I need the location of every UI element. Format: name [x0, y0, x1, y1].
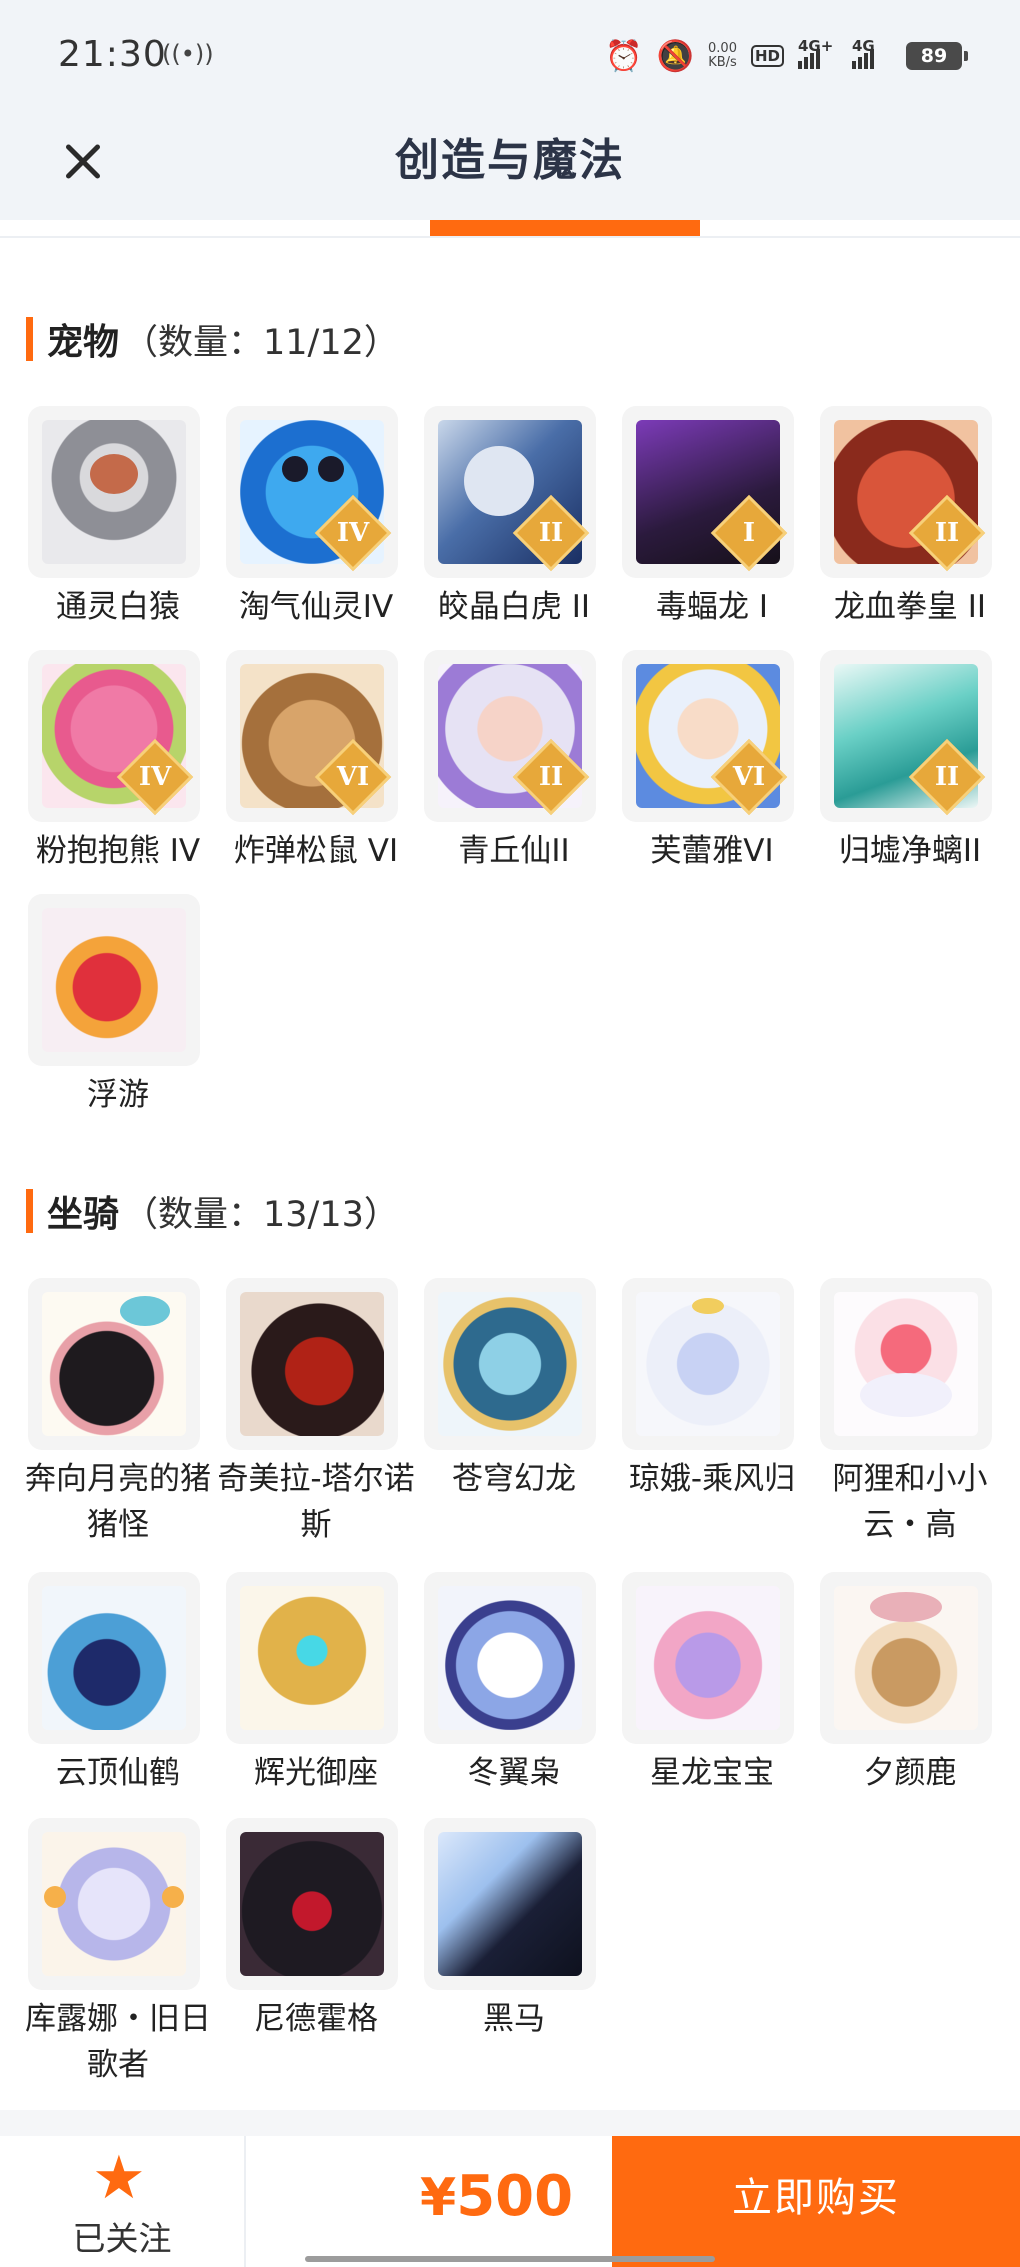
mount-name: 冬翼枭: [467, 1755, 561, 1791]
divider: [244, 2136, 246, 2267]
pet-name: 龙血拳皇 II: [833, 589, 987, 625]
mount-image: [28, 1818, 200, 1990]
pet-image: IV: [28, 650, 200, 822]
status-time: 21:30: [58, 34, 167, 75]
section-name: 坐骑: [47, 1194, 120, 1235]
pet-name: 皎晶白虎 II: [437, 589, 591, 625]
pet-image: II: [424, 650, 596, 822]
alarm-icon: ⏰: [605, 38, 643, 74]
mount-image: [820, 1278, 992, 1450]
pet-image: II: [820, 650, 992, 822]
mount-name: 星龙宝宝: [650, 1755, 774, 1791]
pet-name: 通灵白猿: [56, 589, 180, 625]
mount-name: 奇美拉-塔尔诺斯: [217, 1461, 415, 1543]
signal-sim1-icon: 4G+: [798, 37, 838, 69]
section-count: （数量：11/12）: [123, 322, 399, 363]
battery-icon: 89: [906, 42, 968, 70]
mount-name: 云顶仙鹤: [56, 1755, 180, 1791]
page-title: 创造与魔法: [395, 135, 625, 186]
mount-image: [424, 1278, 596, 1450]
mount-image: [820, 1572, 992, 1744]
pet-name: 归墟净螭II: [838, 833, 982, 869]
pet-name: 淘气仙灵IV: [238, 589, 394, 625]
mount-image: [28, 1572, 200, 1744]
mount-image: [226, 1572, 398, 1744]
net-speed: 0.00 KB/s: [708, 42, 737, 70]
mount-name: 苍穹幻龙: [452, 1461, 576, 1497]
status-bar: 21:30 ((•)) ⏰ 🔕 0.00 KB/s HD 4G+ 4G 89: [0, 0, 1020, 112]
mount-name: 奔向月亮的猪猪怪: [25, 1461, 211, 1543]
mount-name: 阿狸和小小云・高: [832, 1461, 988, 1543]
tier-label: II: [538, 518, 564, 548]
bottom-bar: ★ 已关注 ¥500 立即购买: [0, 2136, 1020, 2267]
mount-image: [226, 1818, 398, 1990]
section-accent-bar: [26, 1189, 33, 1233]
tier-label: II: [538, 762, 564, 792]
mount-image: [622, 1572, 794, 1744]
mount-name: 琼娥-乘风归: [628, 1461, 796, 1497]
net-speed-value: 0.00: [708, 41, 737, 56]
pet-name: 浮游: [87, 1077, 149, 1113]
pet-name: 青丘仙II: [458, 833, 570, 869]
sim1-label: 4G+: [798, 37, 834, 55]
signal-sim2-icon: 4G: [852, 37, 892, 69]
follow-label: 已关注: [72, 2219, 172, 2258]
mount-name: 黑马: [483, 2001, 545, 2037]
price-value: 500: [456, 2164, 574, 2229]
mount-name: 辉光御座: [254, 1755, 378, 1791]
section-title-pets: 宠物 （数量：11/12）: [26, 314, 399, 364]
mount-image: [424, 1572, 596, 1744]
mount-image: [28, 1278, 200, 1450]
section-name: 宠物: [47, 322, 120, 363]
vibrate-icon: ((•)): [162, 40, 214, 68]
pet-image: IV: [226, 406, 398, 578]
pet-image: VI: [622, 650, 794, 822]
pet-image: VI: [226, 650, 398, 822]
footer-divider: [0, 2110, 1020, 2136]
section-accent-bar: [26, 317, 33, 361]
pet-name: 芙蕾雅VI: [650, 833, 774, 869]
buy-now-button[interactable]: 立即购买: [612, 2136, 1020, 2267]
mount-image: [622, 1278, 794, 1450]
pet-image: [28, 894, 200, 1066]
tier-label: VI: [336, 762, 370, 792]
pet-image: I: [622, 406, 794, 578]
mute-icon: 🔕: [656, 38, 695, 74]
price: ¥500: [420, 2164, 573, 2229]
tier-label: II: [934, 518, 960, 548]
mount-image: [226, 1278, 398, 1450]
pet-image: [28, 406, 200, 578]
tier-label: II: [934, 762, 960, 792]
mount-name: 夕颜鹿: [863, 1755, 957, 1791]
pet-image: II: [820, 406, 992, 578]
section-title-mounts: 坐骑 （数量：13/13）: [26, 1186, 399, 1236]
hd-badge: HD: [750, 45, 784, 67]
currency-symbol: ¥: [420, 2168, 457, 2228]
pet-image: II: [424, 406, 596, 578]
section-count: （数量：13/13）: [123, 1194, 399, 1235]
header: 创造与魔法: [0, 112, 1020, 220]
tier-label: I: [742, 518, 756, 548]
pet-name: 粉抱抱熊 IV: [35, 833, 201, 869]
mount-name: 尼德霍格: [254, 2001, 378, 2037]
tier-label: IV: [138, 762, 172, 792]
net-speed-unit: KB/s: [708, 55, 737, 70]
tier-label: VI: [732, 762, 766, 792]
star-icon: ★: [92, 2143, 146, 2213]
sim2-label: 4G: [852, 37, 875, 55]
home-indicator[interactable]: [305, 2256, 715, 2262]
pet-name: 炸弹松鼠 VI: [233, 833, 399, 869]
status-icons: ⏰ 🔕 0.00 KB/s HD 4G+ 4G 89: [605, 32, 968, 80]
mount-name: 库露娜・旧日歌者: [25, 2001, 211, 2083]
mount-image: [424, 1818, 596, 1990]
divider: [0, 236, 1020, 238]
tier-label: IV: [336, 518, 370, 548]
pet-name: 毒蝠龙 I: [656, 589, 768, 625]
follow-button[interactable]: ★ 已关注: [0, 2136, 244, 2267]
